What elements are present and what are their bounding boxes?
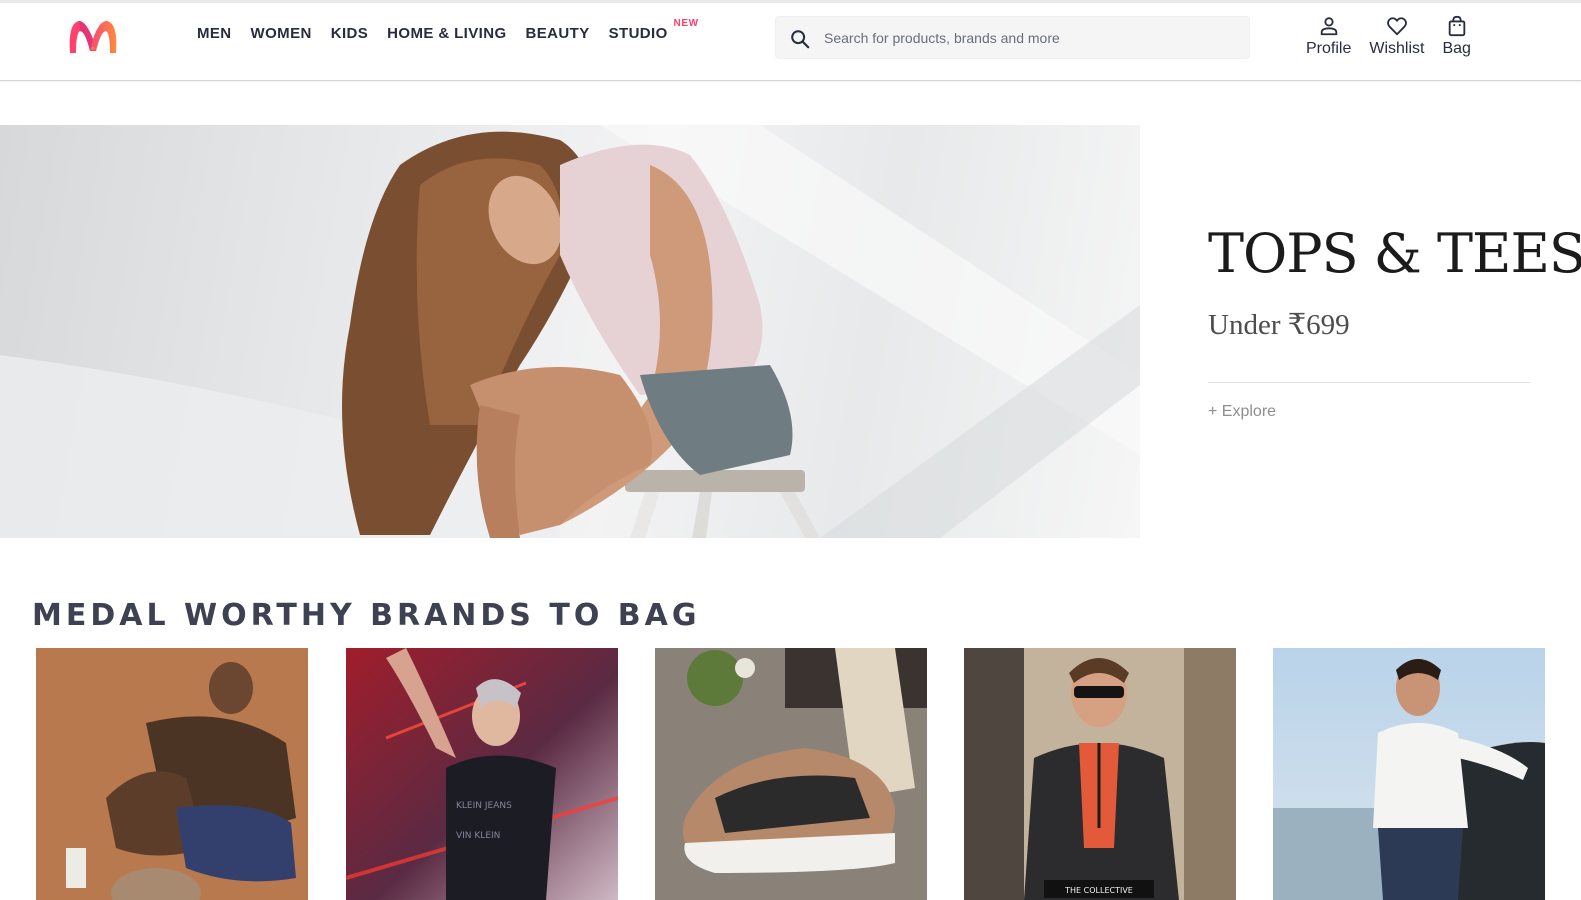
hero-title: TOPS & TEES — [1208, 222, 1581, 285]
person-icon — [1320, 17, 1337, 36]
search-input[interactable] — [824, 17, 1234, 58]
nav-studio[interactable]: STUDIO NEW — [608, 18, 698, 42]
bag-button[interactable]: Bag — [1442, 15, 1471, 58]
wishlist-label: Wishlist — [1369, 40, 1425, 57]
bag-label: Bag — [1442, 40, 1471, 57]
myntra-logo-icon[interactable] — [66, 17, 120, 55]
profile-label: Profile — [1306, 40, 1352, 57]
hero-text-block: TOPS & TEES Under ₹699 + Explore — [1208, 222, 1581, 421]
svg-text:KLEIN JEANS: KLEIN JEANS — [456, 801, 512, 811]
hero-divider — [1208, 382, 1530, 383]
search-icon[interactable] — [789, 28, 811, 50]
nav-women[interactable]: WOMEN — [251, 25, 312, 42]
nav-studio-label: STUDIO — [608, 25, 668, 42]
svg-text:VIN KLEIN: VIN KLEIN — [456, 831, 500, 841]
hero-subtitle: Under ₹699 — [1208, 309, 1350, 341]
brand-card-4-image: THE COLLECTIVE — [964, 648, 1236, 900]
bag-icon — [1448, 15, 1465, 37]
site-header: MEN WOMEN KIDS HOME & LIVING BEAUTY STUD… — [0, 0, 1581, 81]
new-badge: NEW — [673, 18, 699, 29]
header-top-line — [0, 0, 1581, 3]
brand-card-4[interactable]: THE COLLECTIVE — [964, 648, 1236, 900]
search-bar[interactable] — [775, 16, 1250, 59]
brand-card-4-label: THE COLLECTIVE — [1064, 886, 1133, 895]
header-actions: Profile Wishlist Bag — [1306, 15, 1471, 58]
section-title: MEDAL WORTHY BRANDS TO BAG — [32, 598, 701, 633]
nav-beauty[interactable]: BEAUTY — [526, 25, 590, 42]
brand-card-3[interactable] — [655, 648, 927, 900]
nav-men[interactable]: MEN — [197, 25, 232, 42]
brand-card-1[interactable] — [36, 648, 308, 900]
brand-card-5-image — [1273, 648, 1545, 900]
heart-icon — [1386, 17, 1407, 36]
brand-card-2[interactable]: KLEIN JEANS VIN KLEIN — [346, 648, 618, 900]
brand-card-3-image — [655, 648, 927, 900]
main-nav: MEN WOMEN KIDS HOME & LIVING BEAUTY STUD… — [197, 18, 698, 42]
nav-kids[interactable]: KIDS — [331, 25, 368, 42]
hero-banner-image[interactable] — [0, 125, 1140, 538]
wishlist-button[interactable]: Wishlist — [1369, 15, 1424, 58]
nav-home-living[interactable]: HOME & LIVING — [387, 25, 506, 42]
brand-card-2-image: KLEIN JEANS VIN KLEIN — [346, 648, 618, 900]
brand-card-5[interactable] — [1273, 648, 1545, 900]
brand-card-1-image — [36, 648, 308, 900]
explore-link[interactable]: + Explore — [1208, 403, 1276, 421]
profile-button[interactable]: Profile — [1306, 15, 1351, 58]
